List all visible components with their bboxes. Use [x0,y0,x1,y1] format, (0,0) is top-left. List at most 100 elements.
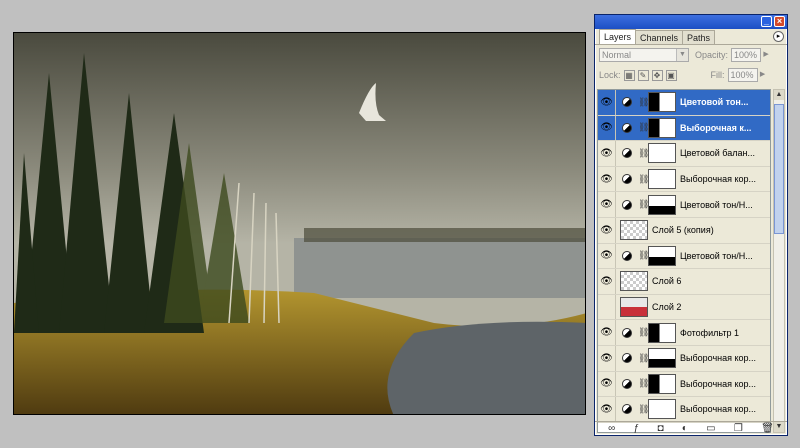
adjustment-layer-icon [622,148,632,159]
visibility-toggle[interactable]: 👁 [598,269,616,294]
new-layer-icon[interactable]: ❐ [734,423,743,434]
layer-row[interactable]: 👁 ⛓ Выборочная к... [598,115,770,142]
lock-label: Lock: [599,70,621,80]
layer-mask-thumb[interactable] [648,117,676,138]
layer-row[interactable]: 👁 ⛓ Цветовой тон/Н... [598,192,770,218]
layer-mask-thumb[interactable] [648,194,676,215]
panel-menu-icon[interactable]: ▸ [773,31,784,42]
adjustment-layer-icon [622,378,632,389]
layer-mask-thumb[interactable] [648,245,676,266]
visibility-toggle[interactable]: 👁 [598,141,616,166]
layer-row[interactable]: 👁 ⛓ Цветовой балан... [598,141,770,167]
opacity-arrow-icon[interactable]: ▶ [761,48,771,62]
lock-image-icon[interactable]: ✎ [637,69,649,81]
layer-mask-thumb[interactable] [648,399,676,420]
chain-link-icon[interactable]: ⛓ [638,404,649,415]
add-mask-icon[interactable]: ◘ [657,423,663,434]
visibility-toggle[interactable]: 👁 [598,192,616,217]
visibility-toggle[interactable]: 👁 [598,345,616,371]
layer-row[interactable]: 👁 ⛓ Цветовой тон/Н... [598,243,770,270]
trash-icon[interactable]: 🗑 [761,423,774,434]
layer-thumbnail[interactable] [620,297,648,318]
layer-mask-thumb[interactable] [648,92,676,113]
chain-link-icon[interactable]: ⛓ [638,327,649,338]
chain-link-icon[interactable]: ⛓ [638,122,649,133]
adjustment-layer-icon[interactable]: ◐ [682,423,688,434]
adjustment-thumb[interactable] [616,141,638,166]
document-canvas[interactable] [13,32,586,415]
chain-link-icon[interactable]: ⛓ [638,174,649,185]
visibility-toggle[interactable]: 👁 [598,115,616,141]
panel-titlebar[interactable]: _ × [595,15,787,29]
opacity-input[interactable]: 100% [731,48,762,62]
layer-name: Слой 6 [652,276,682,287]
visibility-toggle[interactable]: 👁 [598,294,616,320]
lock-transparent-icon[interactable]: ▦ [623,69,635,81]
new-group-icon[interactable]: ▭ [706,423,715,434]
layer-row[interactable]: 👁 Слой 6 [598,269,770,295]
visibility-toggle[interactable]: 👁 [598,243,616,269]
adjustment-thumb[interactable] [616,372,638,397]
scroll-thumb[interactable] [774,104,784,234]
layer-mask-thumb[interactable] [648,348,676,369]
lock-position-icon[interactable]: ✥ [651,69,663,81]
lock-all-icon[interactable]: ▣ [665,69,677,81]
adjustment-thumb[interactable] [616,167,638,192]
layer-name: Слой 2 [652,302,682,313]
layer-row[interactable]: 👁 Слой 2 [598,294,770,321]
adjustment-thumb[interactable] [616,192,638,217]
tab-layers[interactable]: Layers [599,29,637,44]
chain-link-icon[interactable]: ⛓ [638,199,649,210]
layers-scrollbar[interactable]: ▲ ▼ [773,89,785,433]
tab-paths[interactable]: Paths [682,30,716,44]
layer-mask-thumb[interactable] [648,322,676,343]
visibility-toggle[interactable]: 👁 [598,397,616,422]
adjustment-thumb[interactable] [616,346,638,371]
layer-style-icon[interactable]: ƒ [634,423,640,434]
layer-thumbnail[interactable] [620,271,648,292]
chain-link-icon[interactable]: ⛓ [638,378,649,389]
adjustment-thumb[interactable] [616,397,638,422]
layer-name: Фотофильтр 1 [680,327,739,338]
layer-thumbnail[interactable] [620,220,648,241]
adjustment-layer-icon [622,199,632,210]
opacity-label: Opacity: [695,50,729,60]
layer-row[interactable]: 👁 ⛓ Выборочная кор... [598,345,770,372]
layer-row[interactable]: 👁 ⛓ Цветовой тон... [598,90,770,116]
chain-link-icon[interactable]: ⛓ [638,250,649,261]
adjustment-thumb[interactable] [616,320,638,345]
layer-mask-thumb[interactable] [648,169,676,190]
adjustment-thumb[interactable] [616,90,638,115]
minimize-icon[interactable]: _ [761,16,772,27]
fill-input[interactable]: 100% [727,68,758,82]
chain-link-icon[interactable]: ⛓ [638,148,649,159]
visibility-toggle[interactable]: 👁 [598,320,616,345]
layer-row[interactable]: 👁 Слой 5 (копия) [598,217,770,244]
fill-arrow-icon[interactable]: ▶ [758,68,768,82]
link-layers-icon[interactable]: ∞ [608,423,615,434]
blend-mode-select[interactable]: Normal ▼ [599,48,689,62]
layer-row[interactable]: 👁 ⛓ Выборочная кор... [598,166,770,193]
layer-mask-thumb[interactable] [648,373,676,394]
adjustment-layer-icon [622,122,632,133]
scroll-up-icon[interactable]: ▲ [774,90,784,100]
chain-link-icon[interactable]: ⛓ [638,97,649,108]
tab-channels[interactable]: Channels [635,30,684,44]
visibility-toggle[interactable]: 👁 [598,371,616,397]
chain-link-icon[interactable]: ⛓ [638,353,649,364]
eye-icon: 👁 [600,403,613,415]
adjustment-thumb[interactable] [616,116,638,141]
eye-icon: 👁 [600,352,613,364]
layer-mask-thumb[interactable] [648,143,676,164]
lock-row: Lock: ▦ ✎ ✥ ▣ Fill: 100% ▶ [595,65,787,85]
layer-row[interactable]: 👁 ⛓ Выборочная кор... [598,371,770,398]
visibility-toggle[interactable]: 👁 [598,90,616,115]
visibility-toggle[interactable]: 👁 [598,217,616,243]
close-icon[interactable]: × [774,16,785,27]
layer-row[interactable]: 👁 ⛓ Фотофильтр 1 [598,320,770,346]
layer-row[interactable]: 👁 ⛓ Выборочная кор... [598,397,770,423]
adjustment-layer-icon [622,250,632,261]
visibility-toggle[interactable]: 👁 [598,166,616,192]
adjustment-thumb[interactable] [616,244,638,269]
layer-name: Цветовой тон... [680,97,749,108]
